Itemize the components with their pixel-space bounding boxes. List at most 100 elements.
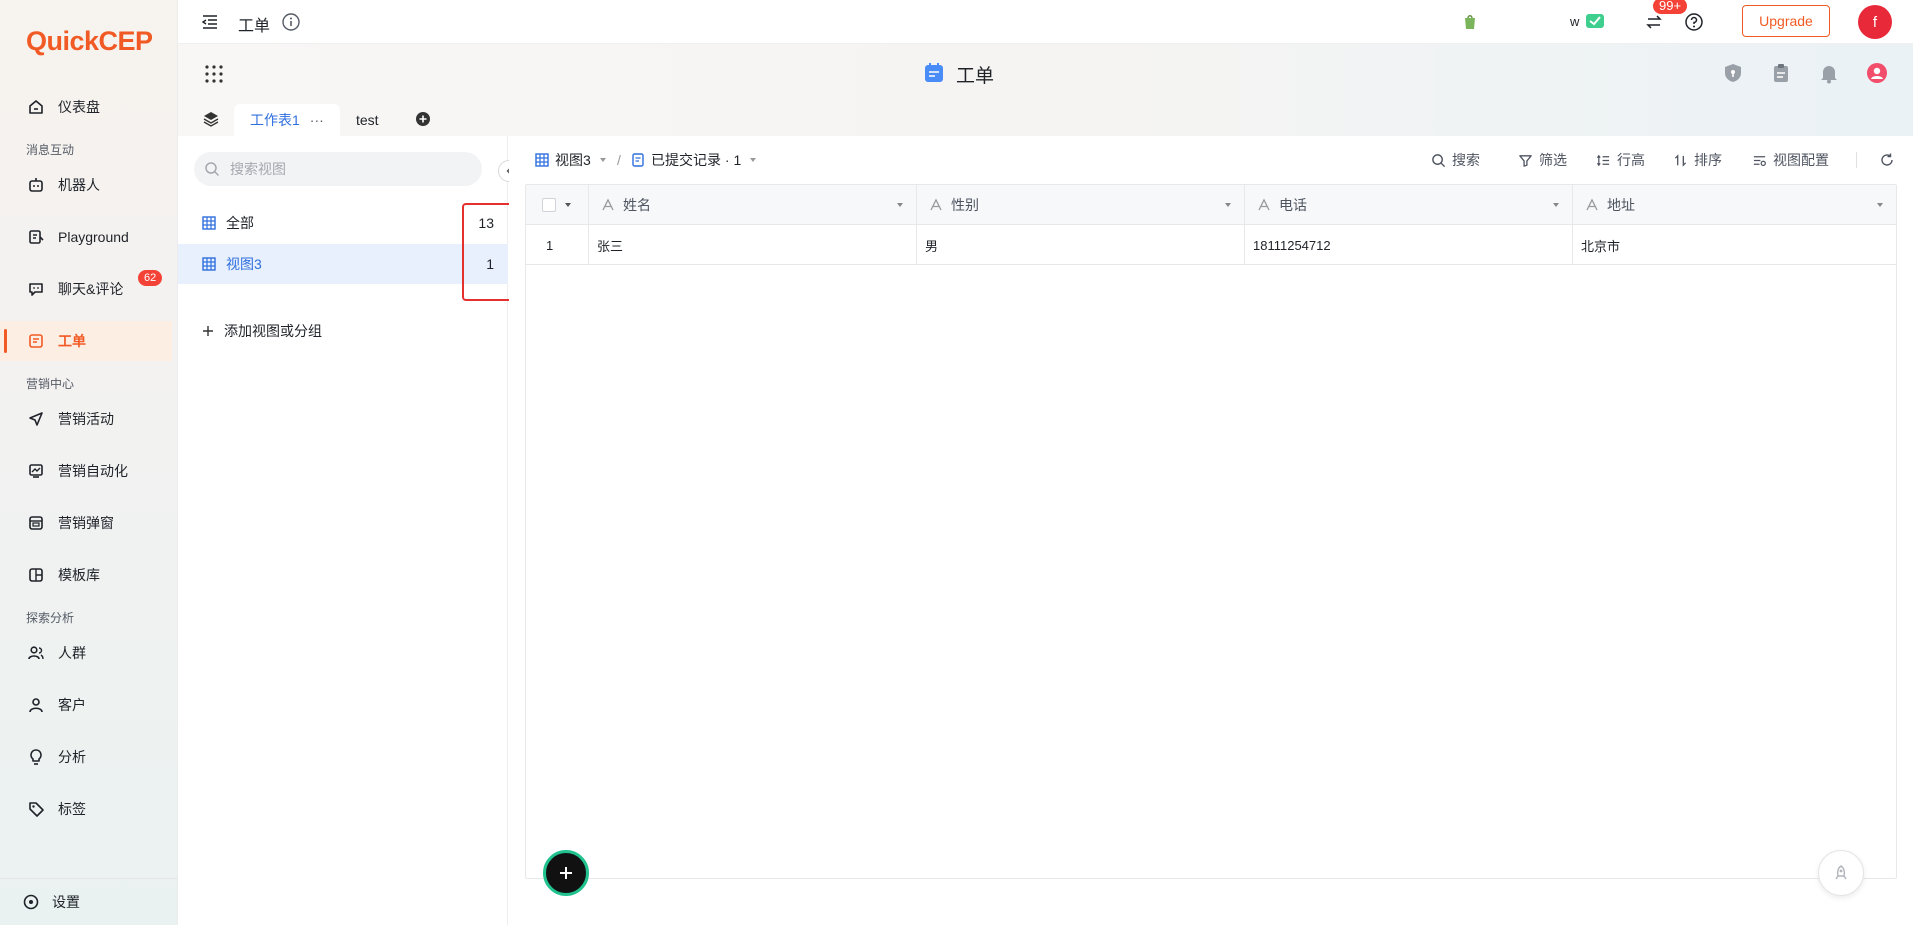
cell-gender[interactable]: 男: [917, 225, 1245, 265]
view-item-all[interactable]: 全部 13: [178, 203, 508, 243]
quickcep-logo[interactable]: QuickCEP: [26, 26, 153, 57]
breadcrumb-separator: /: [617, 152, 621, 168]
upgrade-button[interactable]: Upgrade: [1742, 5, 1830, 37]
help-icon[interactable]: [1684, 12, 1704, 32]
robot-icon: [26, 175, 46, 195]
refresh-icon[interactable]: [1879, 152, 1895, 168]
tab-test[interactable]: test: [356, 104, 379, 136]
caret-down-icon[interactable]: [1876, 201, 1884, 209]
view-panel: 全部 13 视图3 1 添加视图或分组: [178, 136, 508, 925]
toolbar-view-config-button[interactable]: 视图配置: [1752, 136, 1829, 184]
filter-icon: [1518, 153, 1533, 168]
store-status-icon[interactable]: [1584, 11, 1606, 31]
module-header: 工单: [178, 44, 1913, 136]
current-view-name: 视图3: [555, 152, 591, 168]
caret-down-icon[interactable]: [1552, 201, 1560, 209]
select-all-cell: [526, 185, 589, 225]
sidebar-item-label: 仪表盘: [58, 99, 100, 115]
column-title: 地址: [1607, 197, 1635, 213]
caret-down-icon[interactable]: [564, 201, 572, 209]
sidebar-item-popup[interactable]: 营销弹窗: [0, 503, 172, 543]
apps-grid-icon[interactable]: [204, 64, 224, 84]
layers-icon[interactable]: [202, 110, 220, 128]
caret-down-icon: [599, 156, 607, 164]
people-icon: [26, 643, 46, 663]
column-header-name[interactable]: 姓名: [589, 185, 917, 225]
search-view-input[interactable]: [228, 160, 468, 178]
bulb-icon: [26, 747, 46, 767]
toolbar-search-button[interactable]: 搜索: [1431, 136, 1480, 184]
sidebar-item-label: 聊天&评论: [58, 281, 124, 297]
view-config-icon: [1752, 153, 1767, 168]
section-analytics: 探索分析: [26, 611, 75, 625]
records-selector[interactable]: 已提交记录 · 1: [631, 136, 757, 184]
cell-name[interactable]: 张三: [589, 225, 917, 265]
search-icon: [204, 161, 220, 177]
add-view-button[interactable]: 添加视图或分组: [178, 311, 508, 351]
sidebar-item-analysis[interactable]: 分析: [0, 737, 172, 777]
sidebar-item-settings[interactable]: 设置: [0, 878, 178, 925]
shopify-icon[interactable]: [1460, 12, 1480, 32]
chat-unread-badge: 62: [138, 270, 163, 286]
user-icon: [26, 695, 46, 715]
tab-more-icon[interactable]: ···: [310, 112, 324, 128]
sidebar-item-templates[interactable]: 模板库: [0, 555, 172, 595]
view-toolbar: 视图3 / 已提交记录 · 1 搜索 筛选 行高 排序 视图配置: [509, 136, 1913, 184]
sidebar-item-dashboard[interactable]: 仪表盘: [0, 87, 172, 127]
grid-view-icon: [535, 153, 549, 167]
sidebar-item-playground[interactable]: Playground: [0, 217, 172, 257]
caret-down-icon[interactable]: [1224, 201, 1232, 209]
column-header-address[interactable]: 地址: [1573, 185, 1896, 225]
chat-icon: [26, 279, 46, 299]
sort-icon: [1673, 153, 1688, 168]
view-item-view3[interactable]: 视图3 1: [178, 244, 508, 284]
search-view-box[interactable]: [194, 152, 482, 186]
toolbar-filter-button[interactable]: 筛选: [1518, 136, 1567, 184]
table-row[interactable]: 1 张三 男 18111254712 北京市: [526, 225, 1896, 265]
shield-icon[interactable]: [1722, 62, 1744, 84]
info-icon[interactable]: [281, 12, 301, 32]
column-title: 姓名: [623, 197, 651, 213]
switch-icon[interactable]: [1644, 12, 1664, 32]
sidebar-item-label: 分析: [58, 749, 86, 765]
playground-icon: [26, 227, 46, 247]
clipboard-icon[interactable]: [1770, 62, 1792, 84]
cell-address[interactable]: 北京市: [1573, 225, 1896, 265]
view-label: 视图3: [226, 256, 262, 272]
settings-icon: [22, 893, 40, 911]
sidebar-item-automation[interactable]: 营销自动化: [0, 451, 172, 491]
form-icon: [631, 153, 645, 167]
column-header-gender[interactable]: 性别: [917, 185, 1245, 225]
text-field-icon: [601, 198, 615, 212]
sidebar-item-ticket[interactable]: 工单: [0, 321, 172, 361]
sidebar-item-customers[interactable]: 客户: [0, 685, 172, 725]
add-record-button[interactable]: [543, 850, 589, 896]
bell-icon[interactable]: [1818, 62, 1840, 84]
module-title: 工单: [956, 66, 995, 87]
toolbar-row-height-button[interactable]: 行高: [1596, 136, 1645, 184]
search-icon: [1431, 153, 1446, 168]
add-tab-icon[interactable]: [415, 111, 431, 127]
sidebar-item-label: Playground: [58, 229, 129, 245]
add-view-label: 添加视图或分组: [224, 323, 322, 339]
sidebar-item-audience[interactable]: 人群: [0, 633, 172, 673]
tab-sheet1[interactable]: 工作表1 ···: [234, 104, 340, 136]
sidebar-item-tags[interactable]: 标签: [0, 789, 172, 829]
menu-toggle-icon[interactable]: [200, 12, 220, 32]
profile-icon[interactable]: [1866, 62, 1888, 84]
column-title: 电话: [1279, 197, 1307, 213]
sidebar-item-label: 模板库: [58, 567, 100, 583]
current-view-selector[interactable]: 视图3: [535, 136, 607, 184]
select-all-checkbox[interactable]: [542, 198, 556, 212]
send-icon: [26, 409, 46, 429]
toolbar-sort-button[interactable]: 排序: [1673, 136, 1722, 184]
text-field-icon: [1585, 198, 1599, 212]
sidebar-item-campaign[interactable]: 营销活动: [0, 399, 172, 439]
quick-launch-button[interactable]: [1818, 850, 1864, 896]
grid-view-icon: [202, 257, 216, 271]
cell-phone[interactable]: 18111254712: [1245, 225, 1573, 265]
caret-down-icon[interactable]: [896, 201, 904, 209]
column-header-phone[interactable]: 电话: [1245, 185, 1573, 225]
user-avatar[interactable]: f: [1858, 5, 1892, 39]
sidebar-item-robot[interactable]: 机器人: [0, 165, 172, 205]
